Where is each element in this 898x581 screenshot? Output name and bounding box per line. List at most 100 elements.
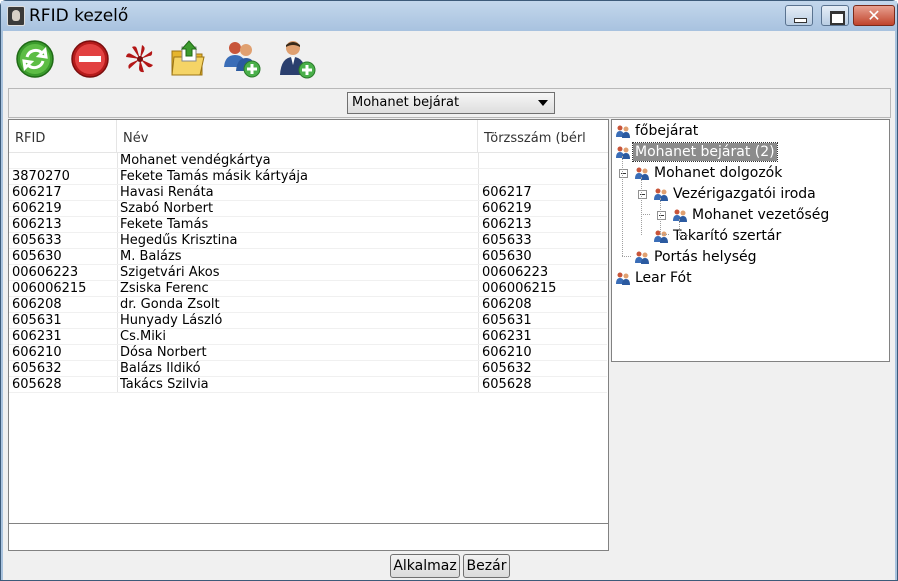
rfid-cell: 606213: [12, 217, 62, 232]
column-header-name[interactable]: Név: [117, 120, 478, 153]
add-group-button[interactable]: [221, 39, 261, 79]
tree-item[interactable]: Mohanet dolgozók: [634, 164, 882, 182]
table-row[interactable]: 606208 dr. Gonda Zsolt 606208: [9, 297, 607, 313]
table-row[interactable]: 605631 Hunyady László 605631: [9, 313, 607, 329]
group-icon: [653, 230, 669, 243]
id-cell: 606213: [482, 217, 532, 232]
name-cell: Hunyady László: [120, 313, 223, 328]
table-row[interactable]: 605628 Takács Szilvia 605628: [9, 377, 607, 393]
table-row[interactable]: 606210 Dósa Norbert 606210: [9, 345, 607, 361]
tree-item-label: Mohanet dolgozók: [654, 165, 783, 181]
tree-item[interactable]: főbejárat: [615, 122, 882, 140]
table-row[interactable]: 00606223 Szigetvári Ákos 00606223: [9, 265, 607, 281]
add-group-icon: [224, 42, 261, 78]
rfid-cell: 605632: [12, 361, 62, 376]
folder-upload-icon: [171, 40, 205, 76]
name-cell: M. Balázs: [120, 249, 182, 264]
name-cell: Fekete Tamás másik kártyája: [120, 169, 308, 184]
id-cell: [482, 169, 607, 185]
name-cell: Dósa Norbert: [120, 345, 207, 360]
id-cell: 605633: [482, 233, 532, 248]
table-row[interactable]: 605633 Hegedűs Krisztina 605633: [9, 233, 607, 249]
rfid-cell: [12, 153, 115, 169]
table-row[interactable]: 605630 M. Balázs 605630: [9, 249, 607, 265]
tree-item[interactable]: Portás helység: [634, 248, 882, 266]
app-icon: [7, 6, 25, 26]
collapse-toggle-icon[interactable]: [619, 169, 628, 178]
close-button[interactable]: Bezár: [463, 554, 510, 578]
add-user-icon: [280, 41, 316, 79]
tree-connector: [679, 235, 688, 236]
rfid-cell: 605633: [12, 233, 62, 248]
tree-item-label: főbejárat: [635, 123, 699, 139]
id-cell: 006006215: [482, 281, 557, 296]
group-icon: [653, 188, 669, 201]
id-cell: 606208: [482, 297, 532, 312]
table-row[interactable]: 606219 Szabó Norbert 606219: [9, 201, 607, 217]
rfid-cell: 605631: [12, 313, 62, 328]
table-row[interactable]: 606213 Fekete Tamás 606213: [9, 217, 607, 233]
close-window-button[interactable]: ✕: [853, 5, 895, 26]
id-cell: 606217: [482, 185, 532, 200]
rfid-cell: 3870270: [12, 169, 70, 184]
table-row[interactable]: 3870270 Fekete Tamás másik kártyája: [9, 169, 607, 185]
collapse-toggle-icon[interactable]: [657, 211, 666, 220]
location-select-value: Mohanet bejárat: [352, 95, 460, 110]
group-icon: [615, 272, 631, 285]
rfid-cell: 606231: [12, 329, 62, 344]
group-icon: [634, 167, 650, 180]
column-header-id[interactable]: Törzsszám (bérl: [478, 120, 608, 153]
minimize-button[interactable]: [785, 5, 813, 26]
group-icon: [672, 209, 688, 222]
rfid-cell: 00606223: [12, 265, 79, 280]
filter-bar: Mohanet bejárat: [8, 88, 891, 118]
card-table: RFID Név Törzsszám (bérl Mohanet vendégk…: [8, 119, 609, 551]
table-row[interactable]: Mohanet vendégkártya: [9, 153, 607, 169]
stop-icon: [71, 40, 109, 78]
tree-item-label: Vezérigazgatói iroda: [673, 186, 816, 202]
tree-item[interactable]: Lear Fót: [615, 269, 882, 287]
id-cell: 605632: [482, 361, 532, 376]
rfid-scan-button[interactable]: [120, 39, 160, 79]
name-cell: Mohanet vendégkártya: [120, 153, 271, 168]
title-bar[interactable]: RFID kezelő ✕: [1, 1, 897, 31]
rfid-cell: 605630: [12, 249, 62, 264]
tree-item[interactable]: Mohanet bejárat (2): [615, 142, 882, 162]
table-row[interactable]: 606231 Cs.Miki 606231: [9, 329, 607, 345]
name-cell: Cs.Miki: [120, 329, 166, 344]
rfid-cell: 605628: [12, 377, 62, 392]
name-cell: Fekete Tamás: [120, 217, 209, 232]
maximize-button[interactable]: [821, 5, 849, 26]
table-row[interactable]: 606217 Havasi Renáta 606217: [9, 185, 607, 201]
tree-item[interactable]: Vezérigazgatói iroda: [653, 185, 882, 203]
column-header-rfid[interactable]: RFID: [9, 120, 117, 153]
refresh-icon: [16, 40, 54, 78]
tree-item-label: Takarító szertár: [673, 228, 782, 244]
tree-connector: [622, 256, 631, 257]
table-row[interactable]: 605632 Balázs Ildikó 605632: [9, 361, 607, 377]
tree-item-label: Mohanet bejárat (2): [632, 142, 778, 162]
name-cell: Szigetvári Ákos: [120, 265, 220, 280]
table-row[interactable]: 006006215 Zsiska Ferenc 006006215: [9, 281, 607, 297]
window-title: RFID kezelő: [29, 6, 129, 26]
id-cell: 606210: [482, 345, 532, 360]
bottom-input-field[interactable]: [8, 523, 609, 551]
id-cell: 606231: [482, 329, 532, 344]
stop-button[interactable]: [70, 39, 110, 79]
collapse-toggle-icon[interactable]: [638, 190, 647, 199]
refresh-button[interactable]: [15, 39, 55, 79]
folder-upload-button[interactable]: [168, 39, 208, 79]
tree-item[interactable]: Mohanet vezetőség: [672, 206, 882, 224]
add-user-button[interactable]: [276, 39, 316, 79]
table-body: Mohanet vendégkártya 3870270 Fekete Tamás …: [9, 153, 607, 393]
tree-connector: [641, 214, 650, 215]
location-select[interactable]: Mohanet bejárat: [347, 92, 555, 114]
id-cell: 605630: [482, 249, 532, 264]
tree-connector: [679, 219, 680, 235]
rfid-cell: 606217: [12, 185, 62, 200]
apply-button[interactable]: Alkalmaz: [390, 554, 460, 578]
chevron-down-icon: [538, 100, 548, 106]
tree-item[interactable]: Takarító szertár: [653, 227, 882, 245]
group-icon: [615, 125, 631, 138]
tree-connector: [641, 177, 642, 235]
